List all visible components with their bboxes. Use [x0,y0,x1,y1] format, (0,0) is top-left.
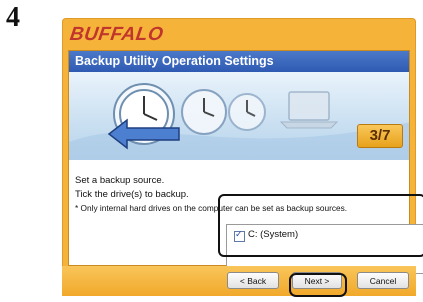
step-number: 4 [6,2,20,33]
cancel-button[interactable]: Cancel [357,272,409,289]
clock-banner: 3/7 [69,72,409,160]
button-bar: < Back Next > Cancel [62,266,416,296]
next-button-highlight [289,273,347,297]
drive-list-highlight [218,194,423,257]
window-title: Backup Utility Operation Settings [69,51,409,72]
back-button[interactable]: < Back [227,272,279,289]
step-counter: 3/7 [357,124,403,148]
laptop-icon [279,91,339,129]
clock-icon [181,89,227,135]
clock-icon [228,93,266,131]
buffalo-logo: BUFFALO [68,24,165,45]
instruction-line-1: Set a backup source. [75,175,165,186]
instruction-line-2: Tick the drive(s) to backup. [75,189,189,200]
